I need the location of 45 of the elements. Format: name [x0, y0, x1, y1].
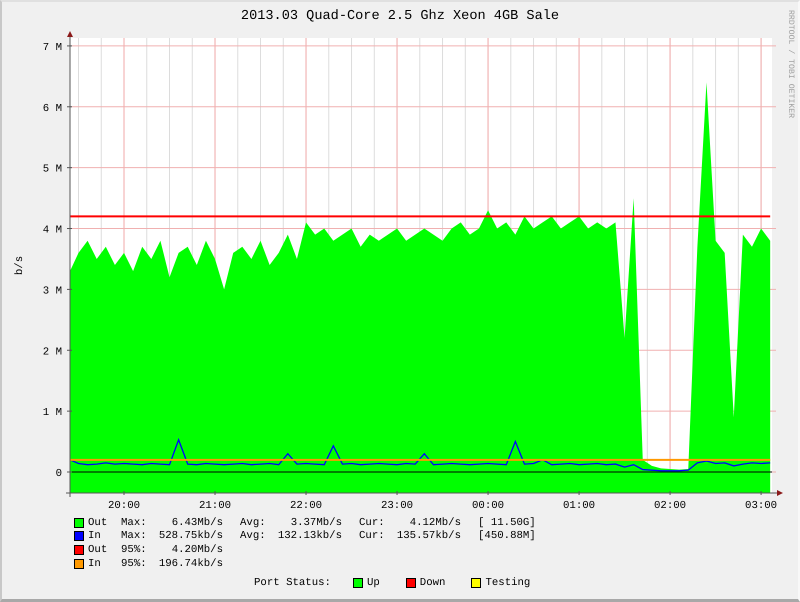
- stat-label: Avg:: [240, 516, 267, 529]
- stat-value: 3.37Mb/s: [290, 516, 342, 529]
- stat-label: Max:: [121, 516, 148, 529]
- status-name: Down: [420, 577, 446, 590]
- stat-label: Avg:: [240, 530, 267, 542]
- stat-value: 4.20Mb/s: [170, 544, 223, 556]
- credit-text: RRDTOOL / TOBI OETIKER: [786, 10, 795, 118]
- y-tick-label: 2 M: [42, 346, 62, 358]
- stat-value: 528.75kb/s: [158, 530, 223, 542]
- x-tick-label: 20:00: [108, 500, 140, 512]
- stat-value: 132.13kb/s: [276, 530, 342, 542]
- stat-label: Cur:: [359, 530, 386, 542]
- status-name: Up: [366, 577, 380, 590]
- stat-total: [ 11.50G]: [478, 516, 536, 529]
- y-tick-label: 0: [56, 468, 62, 480]
- x-tick-label: 22:00: [290, 500, 322, 512]
- x-tick-label: 21:00: [198, 500, 232, 512]
- axis-title: b/s: [14, 256, 26, 276]
- y-tick-label: 1 M: [42, 407, 62, 420]
- legend-label: In: [88, 558, 102, 570]
- y-tick-label: 7 M: [42, 42, 62, 54]
- legend-label: In: [88, 530, 102, 542]
- stat-label: 95%:: [121, 544, 148, 556]
- status-name: Testing: [485, 577, 530, 590]
- x-tick-label: 23:00: [381, 500, 414, 512]
- y-tick-label: 6 M: [42, 102, 62, 115]
- x-tick-label: 01:00: [563, 500, 596, 512]
- status-label: Port Status:: [254, 577, 331, 590]
- x-tick-label: 02:00: [654, 500, 686, 512]
- x-tick-label: 03:00: [745, 500, 778, 512]
- chart-title: 2013.03 Quad-Core 2.5 Ghz Xeon 4GB Sale: [240, 8, 560, 26]
- stat-value: 196.74kb/s: [158, 558, 223, 570]
- stat-label: Cur:: [359, 516, 386, 529]
- stat-value: 135.57kb/s: [396, 530, 461, 542]
- stat-label: Max:: [121, 530, 148, 542]
- stat-total: [450.88M]: [478, 530, 536, 542]
- y-tick-label: 4 M: [42, 224, 62, 237]
- legend-label: Out: [88, 544, 108, 556]
- stat-value: 4.12Mb/s: [408, 516, 461, 529]
- y-tick-label: 5 M: [42, 164, 62, 176]
- stat-value: 6.43Mb/s: [170, 516, 223, 529]
- stat-label: 95%:: [121, 558, 148, 570]
- legend-label: Out: [88, 516, 108, 529]
- x-tick-label: 00:00: [472, 500, 504, 512]
- y-tick-label: 3 M: [42, 285, 62, 298]
